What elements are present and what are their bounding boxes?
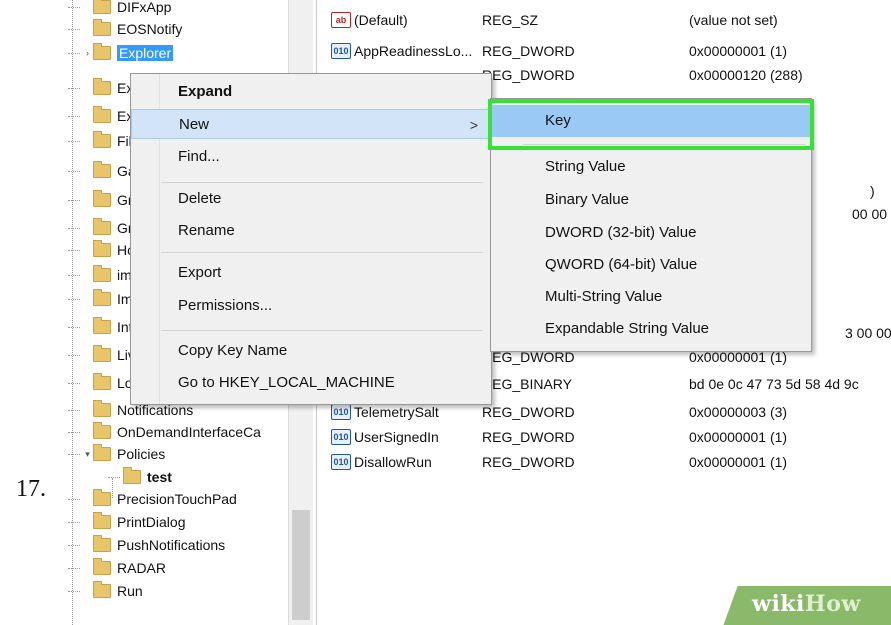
tree-item[interactable]: Lo bbox=[68, 372, 133, 394]
tree-item[interactable]: Ext bbox=[68, 77, 137, 99]
tree-item[interactable]: ▾ Policies bbox=[68, 443, 165, 465]
folder-icon bbox=[93, 161, 111, 178]
submenu-item-multi-string-value[interactable]: Multi-String Value bbox=[491, 281, 811, 313]
folder-icon bbox=[93, 43, 111, 60]
menu-item-find[interactable]: Find... bbox=[131, 142, 491, 172]
folder-icon bbox=[93, 581, 111, 598]
menu-separator bbox=[161, 182, 483, 183]
menu-item-goto-hklm[interactable]: Go to HKEY_LOCAL_MACHINE bbox=[131, 368, 491, 398]
submenu-arrow-icon: > bbox=[469, 117, 478, 133]
submenu-item-qword-value[interactable]: QWORD (64-bit) Value bbox=[491, 249, 811, 281]
value-row[interactable]: 010 UserSignedIn REG_DWORD 0x00000001 (1) bbox=[317, 426, 891, 448]
folder-open-icon bbox=[93, 444, 111, 461]
folder-icon bbox=[93, 558, 111, 575]
folder-icon bbox=[93, 190, 111, 207]
folder-icon bbox=[93, 240, 111, 257]
tree-item[interactable]: Ga bbox=[68, 160, 136, 182]
tree-item[interactable]: Im bbox=[68, 288, 133, 310]
folder-icon bbox=[93, 512, 111, 529]
tree-item-selected[interactable]: › Explorer bbox=[68, 42, 174, 64]
binary-value-icon: 010 bbox=[331, 454, 351, 470]
tree-item[interactable]: im bbox=[68, 264, 132, 286]
folder-icon bbox=[93, 317, 111, 334]
menu-item-copy-key-name[interactable]: Copy Key Name bbox=[131, 336, 491, 366]
menu-separator bbox=[161, 252, 483, 253]
string-value-icon: ab bbox=[331, 12, 351, 28]
tree-item[interactable]: Fil bbox=[68, 130, 132, 152]
tree-item[interactable]: PushNotifications bbox=[68, 534, 225, 556]
menu-item-new[interactable]: New > bbox=[131, 109, 491, 139]
tree-item[interactable]: Gr bbox=[68, 189, 133, 211]
wikihow-watermark-text: wikiHow bbox=[752, 591, 861, 617]
folder-icon bbox=[93, 19, 111, 36]
value-row[interactable]: 010 AppReadinessLo... REG_DWORD 0x0000000… bbox=[317, 40, 891, 62]
folder-icon bbox=[93, 289, 111, 306]
scrollbar-thumb[interactable] bbox=[292, 510, 310, 620]
registry-editor-screenshot: DIFxApp EOSNotify › Explorer Ext Ext Fil … bbox=[62, 0, 891, 625]
tree-item[interactable]: PrintDialog bbox=[68, 511, 185, 533]
menu-item-rename[interactable]: Rename bbox=[131, 216, 491, 246]
folder-icon bbox=[93, 265, 111, 282]
folder-icon bbox=[93, 131, 111, 148]
menu-item-expand[interactable]: Expand bbox=[131, 77, 491, 107]
tree-item[interactable]: Hc bbox=[68, 239, 134, 261]
tree-item-child[interactable]: test bbox=[108, 466, 172, 488]
folder-icon bbox=[93, 78, 111, 95]
folder-icon bbox=[93, 489, 111, 506]
folder-icon bbox=[93, 345, 111, 362]
binary-value-icon: 010 bbox=[331, 429, 351, 445]
tree-item[interactable]: Run bbox=[68, 580, 143, 602]
menu-item-export[interactable]: Export bbox=[131, 258, 491, 288]
tree-item[interactable]: EOSNotify bbox=[68, 18, 182, 40]
folder-icon bbox=[93, 535, 111, 552]
tree-item[interactable]: PrecisionTouchPad bbox=[68, 488, 237, 510]
tree-item[interactable]: Int bbox=[68, 316, 133, 338]
tree-item[interactable]: Gr bbox=[68, 217, 133, 239]
folder-icon bbox=[93, 373, 111, 390]
submenu-item-string-value[interactable]: String Value bbox=[491, 151, 811, 183]
tree-item[interactable]: RADAR bbox=[68, 557, 166, 579]
tree-item[interactable]: OnDemandInterfaceCa bbox=[68, 421, 261, 443]
menu-item-delete[interactable]: Delete bbox=[131, 184, 491, 214]
submenu-item-expandable-string-value[interactable]: Expandable String Value bbox=[491, 313, 811, 345]
tree-item[interactable]: DIFxApp bbox=[68, 0, 171, 18]
menu-separator bbox=[161, 330, 483, 331]
value-row[interactable]: 010 DisallowRun REG_DWORD 0x00000001 (1) bbox=[317, 451, 891, 473]
tree-item[interactable]: Liv bbox=[68, 344, 135, 366]
menu-item-permissions[interactable]: Permissions... bbox=[131, 291, 491, 321]
value-row[interactable]: ab (Default) REG_SZ (value not set) bbox=[317, 9, 891, 31]
step-number: 17. bbox=[16, 476, 46, 502]
binary-value-icon: 010 bbox=[331, 404, 351, 420]
submenu-item-binary-value[interactable]: Binary Value bbox=[491, 184, 811, 216]
tree-item[interactable]: Ext bbox=[68, 105, 137, 127]
highlight-box bbox=[488, 99, 814, 150]
submenu-item-dword-value[interactable]: DWORD (32-bit) Value bbox=[491, 217, 811, 249]
binary-value-icon: 010 bbox=[331, 43, 351, 59]
context-menu: Expand New > Find... Delete Rename Export… bbox=[130, 73, 492, 405]
folder-icon bbox=[93, 218, 111, 235]
folder-icon bbox=[93, 106, 111, 123]
folder-icon bbox=[93, 400, 111, 417]
folder-icon bbox=[93, 0, 111, 14]
folder-icon bbox=[93, 422, 111, 439]
folder-icon bbox=[123, 467, 141, 484]
